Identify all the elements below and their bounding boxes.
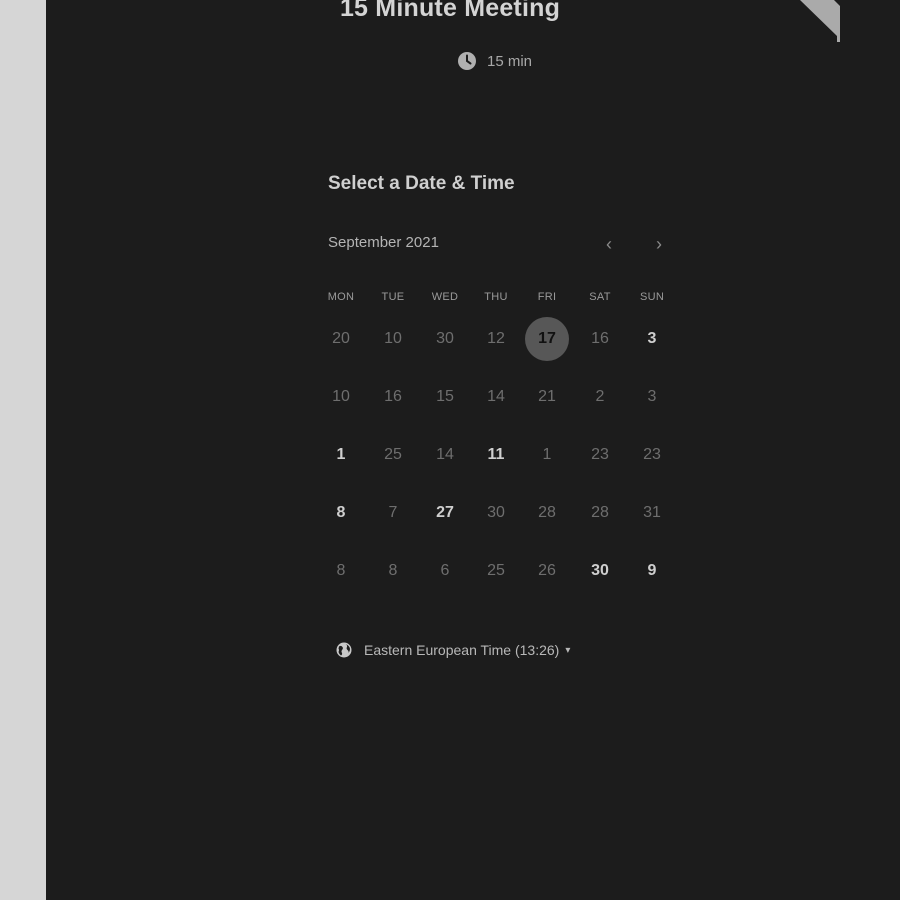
booking-panel xyxy=(46,0,900,900)
chevron-left-icon: ‹ xyxy=(606,234,612,254)
weekday-tue: TUE xyxy=(381,291,405,303)
globe-icon xyxy=(336,642,352,658)
calendar-day: 16 xyxy=(591,330,609,347)
event-title: 15 Minute Meeting xyxy=(339,0,561,22)
calendar-day: 23 xyxy=(591,446,609,463)
calendar-day: 25 xyxy=(487,562,505,579)
calendar-day: 31 xyxy=(643,504,661,521)
selected-day[interactable]: 17 xyxy=(525,317,569,361)
chevron-right-icon: › xyxy=(656,234,662,254)
next-month-button[interactable]: › xyxy=(648,233,670,255)
duration-info: 15 min xyxy=(457,50,532,72)
timezone-selector[interactable]: Eastern European Time (13:26) ▾ xyxy=(336,640,570,660)
calendar-day[interactable]: 27 xyxy=(423,491,467,535)
weekday-wed: WED xyxy=(431,291,459,303)
calendar-day: 28 xyxy=(591,504,609,521)
clock-icon xyxy=(458,52,476,70)
calendar-day: 21 xyxy=(538,388,556,405)
prev-month-button[interactable]: ‹ xyxy=(598,233,620,255)
calendar-day: 28 xyxy=(538,504,556,521)
calendar-day: 26 xyxy=(538,562,556,579)
duration-label: 15 min xyxy=(487,52,533,70)
calendar-day: 12 xyxy=(487,330,505,347)
weekday-sun: SUN xyxy=(639,291,665,303)
calendar-day: 8 xyxy=(336,562,346,579)
weekday-mon: MON xyxy=(327,291,355,303)
calendar-day: 1 xyxy=(542,446,552,463)
weekday-sat: SAT xyxy=(589,291,611,303)
calendar-day: 2 xyxy=(595,388,605,405)
calendar-day: 3 xyxy=(647,388,657,405)
calendar-day[interactable]: 11 xyxy=(474,433,518,477)
calendar-day: 23 xyxy=(643,446,661,463)
calendar-day: 10 xyxy=(332,388,350,405)
calendar-day[interactable]: 9 xyxy=(630,549,674,593)
timezone-label: Eastern European Time (13:26) xyxy=(364,642,560,658)
calendar-day: 10 xyxy=(384,330,402,347)
calendar-day: 16 xyxy=(384,388,402,405)
calendar-day: 8 xyxy=(388,562,398,579)
left-gutter xyxy=(0,0,46,900)
select-date-heading: Select a Date & Time xyxy=(328,173,515,194)
calendar-day: 6 xyxy=(440,562,450,579)
calendar-day: 14 xyxy=(436,446,454,463)
caret-down-icon: ▾ xyxy=(565,644,571,656)
calendar-day: 20 xyxy=(332,330,350,347)
calendar-day: 15 xyxy=(436,388,454,405)
calendar-day: 25 xyxy=(384,446,402,463)
weekday-fri: FRI xyxy=(537,291,557,303)
calendar-day[interactable]: 8 xyxy=(319,491,363,535)
calendar-day[interactable]: 30 xyxy=(578,549,622,593)
weekday-thu: THU xyxy=(484,291,508,303)
calendar-day: 14 xyxy=(487,388,505,405)
month-label: September 2021 xyxy=(328,234,439,251)
calendar-day: 7 xyxy=(388,504,398,521)
calendar-day: 30 xyxy=(487,504,505,521)
calendar-day[interactable]: 3 xyxy=(630,317,674,361)
calendar-day[interactable]: 1 xyxy=(319,433,363,477)
calendar-day: 30 xyxy=(436,330,454,347)
